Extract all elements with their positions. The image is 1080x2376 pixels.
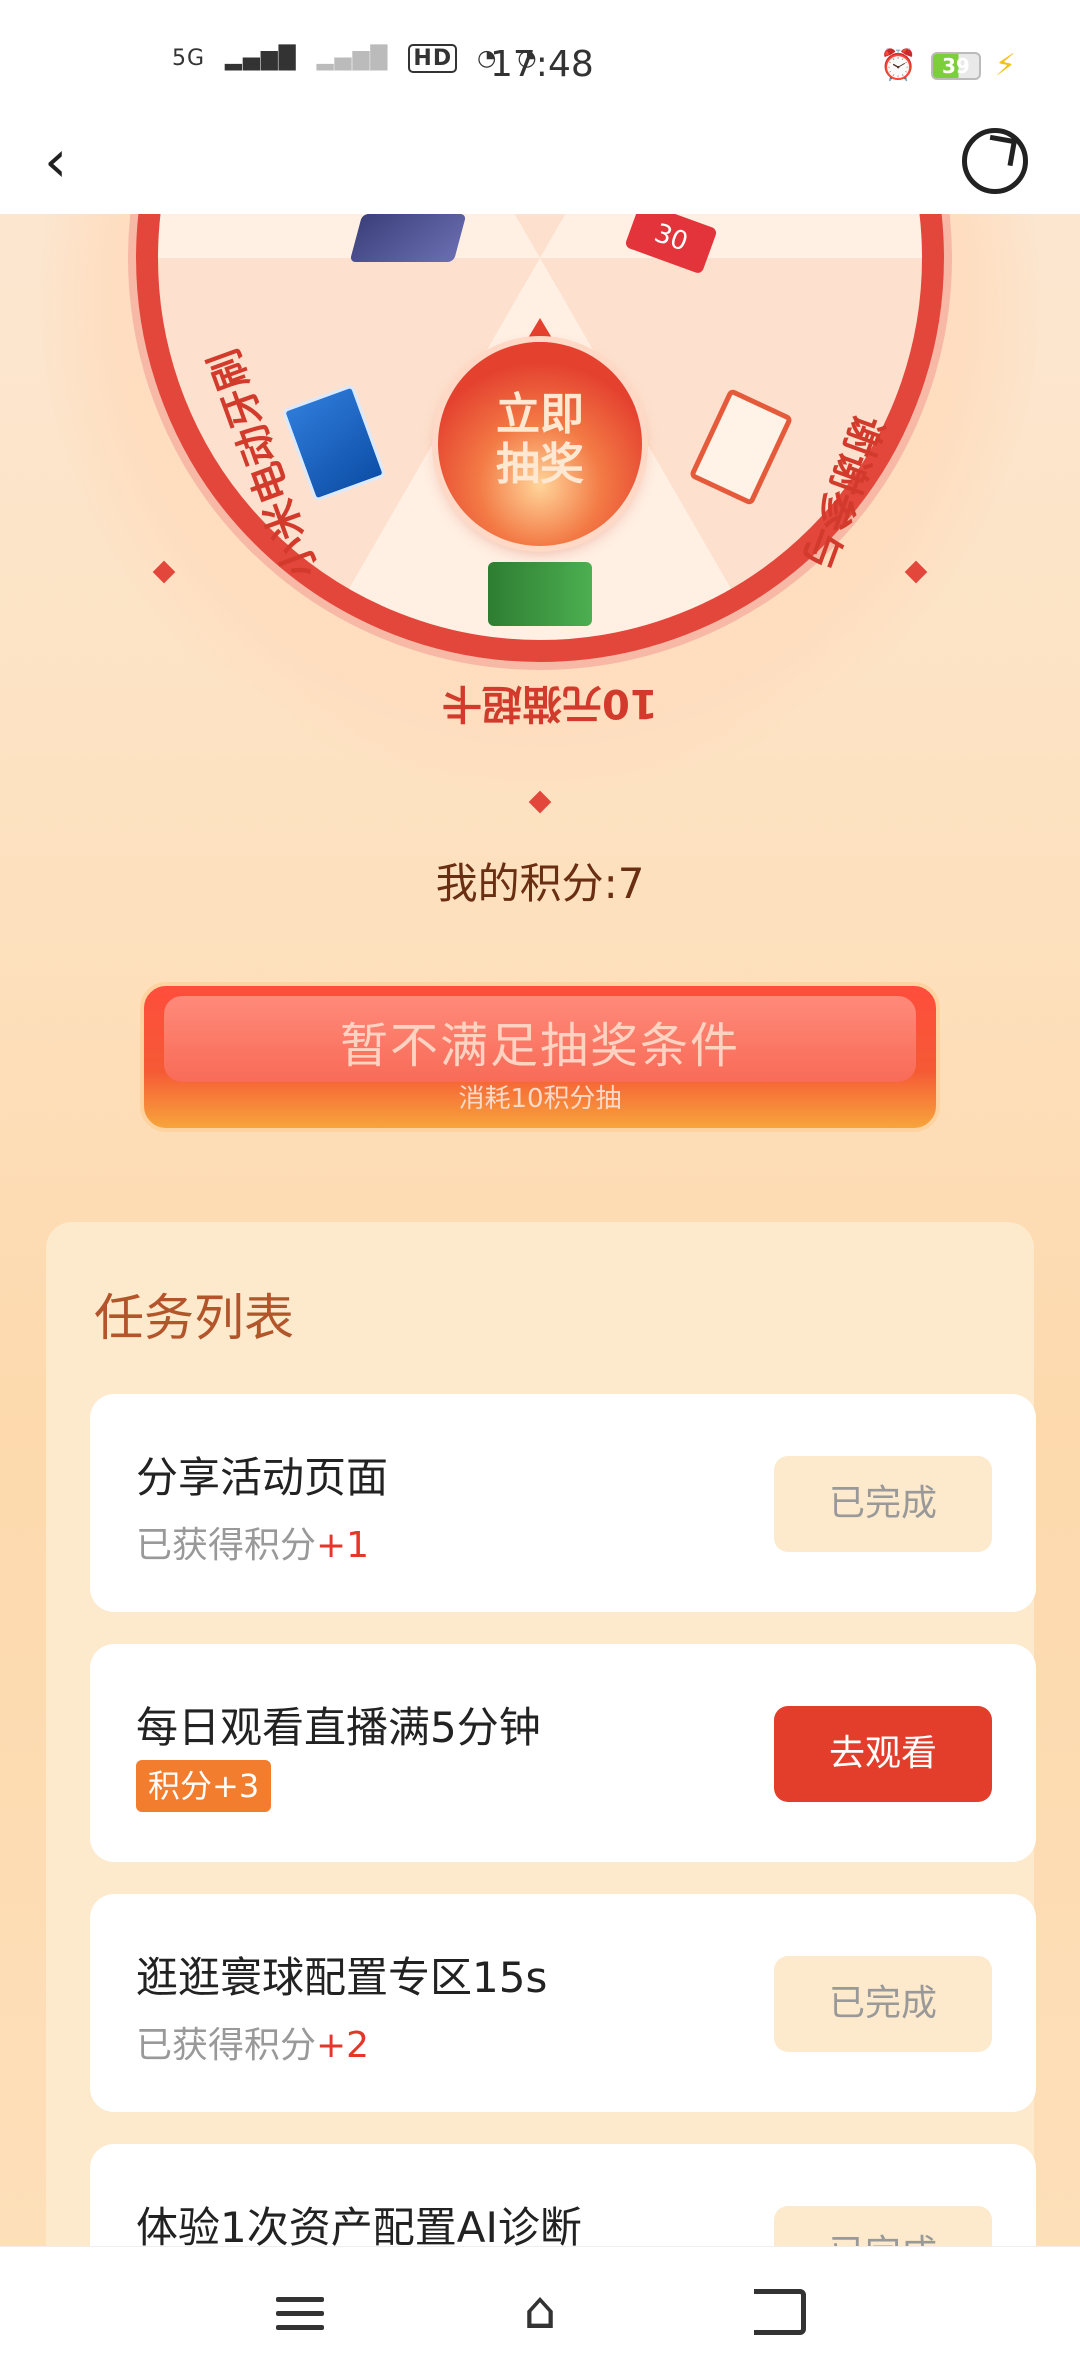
task-card-watch-live: 每日观看直播满5分钟 积分+3 去观看 <box>90 1644 1036 1862</box>
network-signal-icon: 5G <box>172 46 206 71</box>
signal-bars-icon: ▂▄▆█ <box>225 46 297 71</box>
task-points-earned: 已获得积分+2 <box>136 2016 369 2068</box>
status-right: ⏰ 39 ⚡ <box>880 48 1016 83</box>
task-points-prefix: 已获得积分 <box>136 1525 317 1566</box>
spin-button-line1: 立即 <box>496 389 584 440</box>
lottery-button-subtitle: 消耗10积分抽 <box>458 1084 622 1114</box>
lottery-button-title: 暂不满足抽奖条件 <box>339 1018 740 1074</box>
prize-phone-image <box>349 214 467 262</box>
task-points-earned: 已获得积分+1 <box>136 1516 369 1568</box>
hd-icon: HD <box>408 44 458 73</box>
battery-icon: 39 <box>930 51 981 80</box>
task-completed-button[interactable]: 已完成 <box>774 1456 992 1552</box>
spin-button-line2: 抽奖 <box>496 439 584 490</box>
task-list-title: 任务列表 <box>94 1289 294 1347</box>
task-points-prefix: 已获得积分 <box>136 2025 317 2066</box>
status-bar: 5G ▂▄▆█ ▂▄▆█ HD ◔ ◔ 17:48 ⏰ 39 ⚡ <box>0 0 1080 112</box>
status-time: 17:48 <box>490 44 594 85</box>
top-nav-bar: ‹ <box>0 112 1080 214</box>
lottery-wheel-area: 30 小米电动牙刷 10元猫超卡 谢谢参与 立即 抽奖 <box>0 214 1080 814</box>
task-points-badge: 积分+3 <box>136 1760 272 1812</box>
prize-tmall-card-image <box>488 562 592 626</box>
share-icon[interactable] <box>962 128 1028 194</box>
lottery-button[interactable]: 暂不满足抽奖条件 消耗10积分抽 <box>140 982 940 1132</box>
back-icon[interactable]: ‹ <box>44 130 104 196</box>
system-navigation-bar: ⌂ <box>0 2246 1080 2376</box>
signal-bars-empty-icon: ▂▄▆█ <box>316 46 389 71</box>
task-name: 分享活动页面 <box>136 1453 389 1502</box>
alarm-icon: ⏰ <box>879 48 917 83</box>
task-name: 每日观看直播满5分钟 <box>136 1703 541 1752</box>
prize-label-tmall-card: 10元猫超卡 <box>442 680 658 726</box>
my-points: 我的积分:7 <box>435 859 645 908</box>
status-left: 5G ▂▄▆█ ▂▄▆█ HD ◔ ◔ <box>172 44 538 73</box>
task-card-share: 分享活动页面 已获得积分+1 已完成 <box>90 1394 1036 1612</box>
task-points-value: +2 <box>316 2025 370 2066</box>
spin-button[interactable]: 立即 抽奖 <box>438 342 642 546</box>
charging-icon: ⚡ <box>994 48 1016 83</box>
back-nav-icon[interactable] <box>754 2289 806 2335</box>
wheel-marker-bottom <box>528 790 552 814</box>
task-name: 逛逛寰球配置专区15s <box>136 1953 548 2002</box>
task-card-browse-zone: 逛逛寰球配置专区15s 已获得积分+2 已完成 <box>90 1894 1036 2112</box>
menu-icon[interactable] <box>276 2297 324 2331</box>
task-points-value: +1 <box>316 1525 370 1566</box>
go-watch-button[interactable]: 去观看 <box>774 1706 992 1802</box>
task-completed-button[interactable]: 已完成 <box>774 1956 992 2052</box>
home-icon[interactable]: ⌂ <box>510 2283 570 2343</box>
task-list-panel: 任务列表 分享活动页面 已获得积分+1 已完成 每日观看直播满5分钟 积分+3 … <box>46 1222 1036 2376</box>
